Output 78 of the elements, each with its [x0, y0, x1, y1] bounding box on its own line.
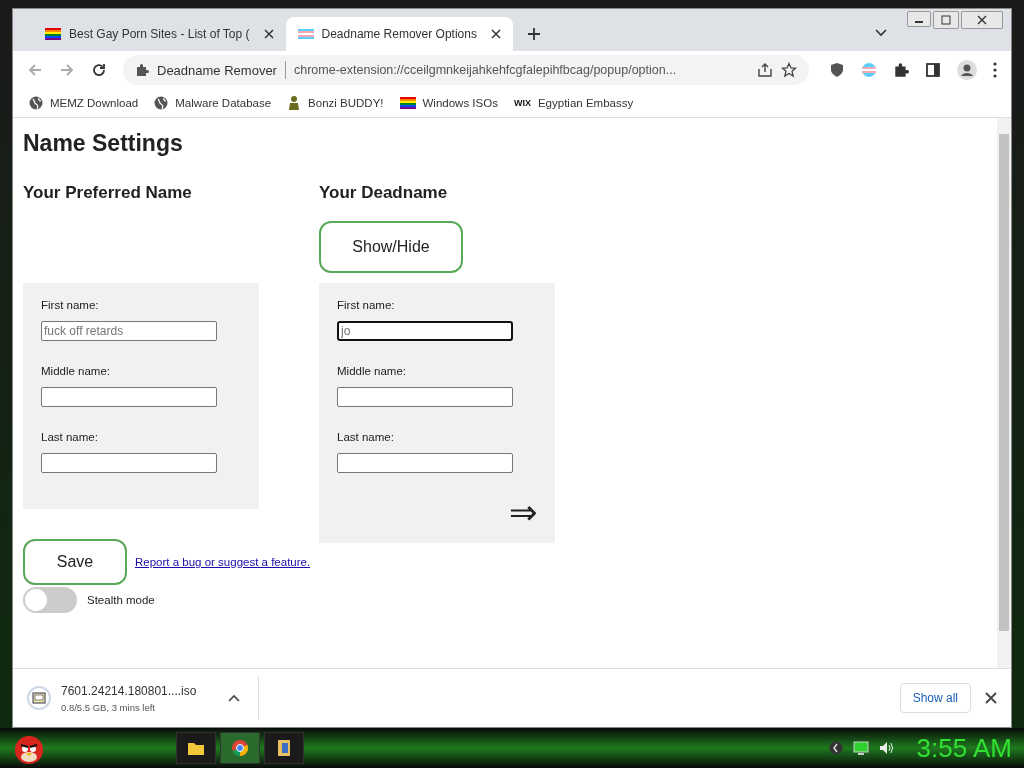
bookmark-label: Bonzi BUDDY! — [308, 97, 384, 109]
field-label: First name: — [337, 299, 396, 311]
save-button[interactable]: Save — [23, 539, 127, 585]
text-field[interactable] — [41, 453, 217, 473]
bookmark[interactable]: Windows ISOs — [399, 96, 498, 110]
monitor-icon[interactable] — [852, 741, 869, 755]
section-heading: Your Preferred Name — [23, 183, 193, 203]
bookmark[interactable]: MEMZ Download — [29, 96, 139, 110]
close-icon[interactable] — [985, 692, 997, 704]
file-icon — [276, 739, 292, 757]
toggle-label: Stealth mode — [87, 594, 155, 606]
address-bar[interactable]: Deadname Remover chrome-extension://cceilgmnkeijahkehfcgfalepihfbcag/popup/option... — [123, 55, 809, 85]
text-field[interactable] — [337, 453, 513, 473]
show-hide-button[interactable]: Show/Hide — [319, 221, 463, 273]
page-title: Name Settings — [23, 130, 184, 157]
shield-icon[interactable] — [829, 62, 845, 78]
taskbar-button[interactable] — [264, 732, 304, 764]
globe-icon — [154, 96, 169, 110]
new-tab-icon[interactable] — [526, 27, 541, 41]
share-icon[interactable] — [757, 62, 773, 78]
text-field[interactable]: fuck off retards — [41, 321, 217, 341]
chevron-down-icon[interactable] — [875, 29, 887, 37]
section-heading: Your Deadname — [319, 183, 449, 203]
globe-icon — [29, 96, 43, 110]
puzzle-icon — [135, 63, 149, 77]
chevron-up-icon[interactable] — [228, 694, 241, 702]
bookmark-label: Malware Database — [175, 97, 272, 109]
field-label: Middle name: — [337, 365, 408, 377]
field-label: Middle name: — [41, 365, 112, 377]
close-icon — [977, 15, 987, 25]
download-status: 0.8/5.5 GB, 3 mins left — [61, 701, 156, 713]
close-icon[interactable] — [490, 29, 501, 39]
download-filename: 7601.24214.180801....iso — [61, 683, 197, 698]
menu-icon[interactable] — [993, 62, 997, 78]
star-icon[interactable] — [781, 62, 797, 78]
browser-tab[interactable]: Deadname Remover Options — [285, 17, 513, 51]
site-name: Deadname Remover — [157, 62, 277, 78]
tab-title: Best Gay Porn Sites - List of Top ( — [69, 27, 250, 41]
disc-file-icon — [27, 686, 51, 710]
url-text: chrome-extension://cceilgmnkeijahkehfcgfalepihfbcag/popup/option... — [293, 63, 678, 77]
maximize-icon — [941, 15, 951, 25]
browser-icon — [231, 739, 249, 757]
profile-icon[interactable] — [957, 60, 977, 80]
text-field[interactable] — [337, 387, 513, 407]
bookmark-label: Windows ISOs — [422, 97, 498, 109]
bookmark[interactable]: Malware Database — [154, 96, 272, 110]
close-icon[interactable] — [263, 29, 274, 39]
field-label: First name: — [41, 299, 100, 311]
reload-icon[interactable] — [91, 62, 107, 78]
bookmark-label: MEMZ Download — [50, 97, 139, 109]
tab-title: Deadname Remover Options — [321, 27, 477, 41]
clock[interactable]: 3:55 AM — [916, 732, 1012, 764]
scrollbar[interactable] — [997, 118, 1011, 668]
taskbar-button[interactable] — [220, 732, 260, 764]
close-button[interactable] — [961, 11, 1003, 29]
bookmark[interactable]: WIX Egyptian Embassy — [513, 97, 634, 109]
toggle-switch[interactable] — [23, 587, 77, 613]
field-label: Last name: — [41, 431, 99, 443]
text-field[interactable]: jo — [337, 321, 513, 341]
striped-flag-icon — [399, 96, 416, 110]
bookmark-label: Egyptian Embassy — [537, 97, 634, 109]
browser-tab[interactable]: Best Gay Porn Sites - List of Top ( — [33, 17, 286, 51]
figure-icon — [287, 95, 302, 111]
logo-text: WIX — [513, 98, 531, 108]
puzzle-icon[interactable] — [893, 62, 909, 78]
show-all-button[interactable]: Show all — [899, 683, 971, 713]
text-field[interactable] — [41, 387, 217, 407]
field-label: Last name: — [337, 431, 395, 443]
speaker-icon[interactable] — [878, 741, 895, 755]
minimize-icon — [915, 21, 923, 23]
side-panel-icon[interactable] — [925, 62, 941, 78]
taskbar-button[interactable] — [176, 732, 216, 764]
bookmark[interactable]: Bonzi BUDDY! — [287, 95, 384, 111]
report-link[interactable]: Report a bug or suggest a feature. — [135, 556, 311, 568]
folder-icon — [187, 740, 205, 756]
minimize-button[interactable] — [907, 11, 931, 27]
next-arrow[interactable]: ⇒ — [509, 495, 537, 529]
striped-flag-icon — [45, 27, 61, 41]
